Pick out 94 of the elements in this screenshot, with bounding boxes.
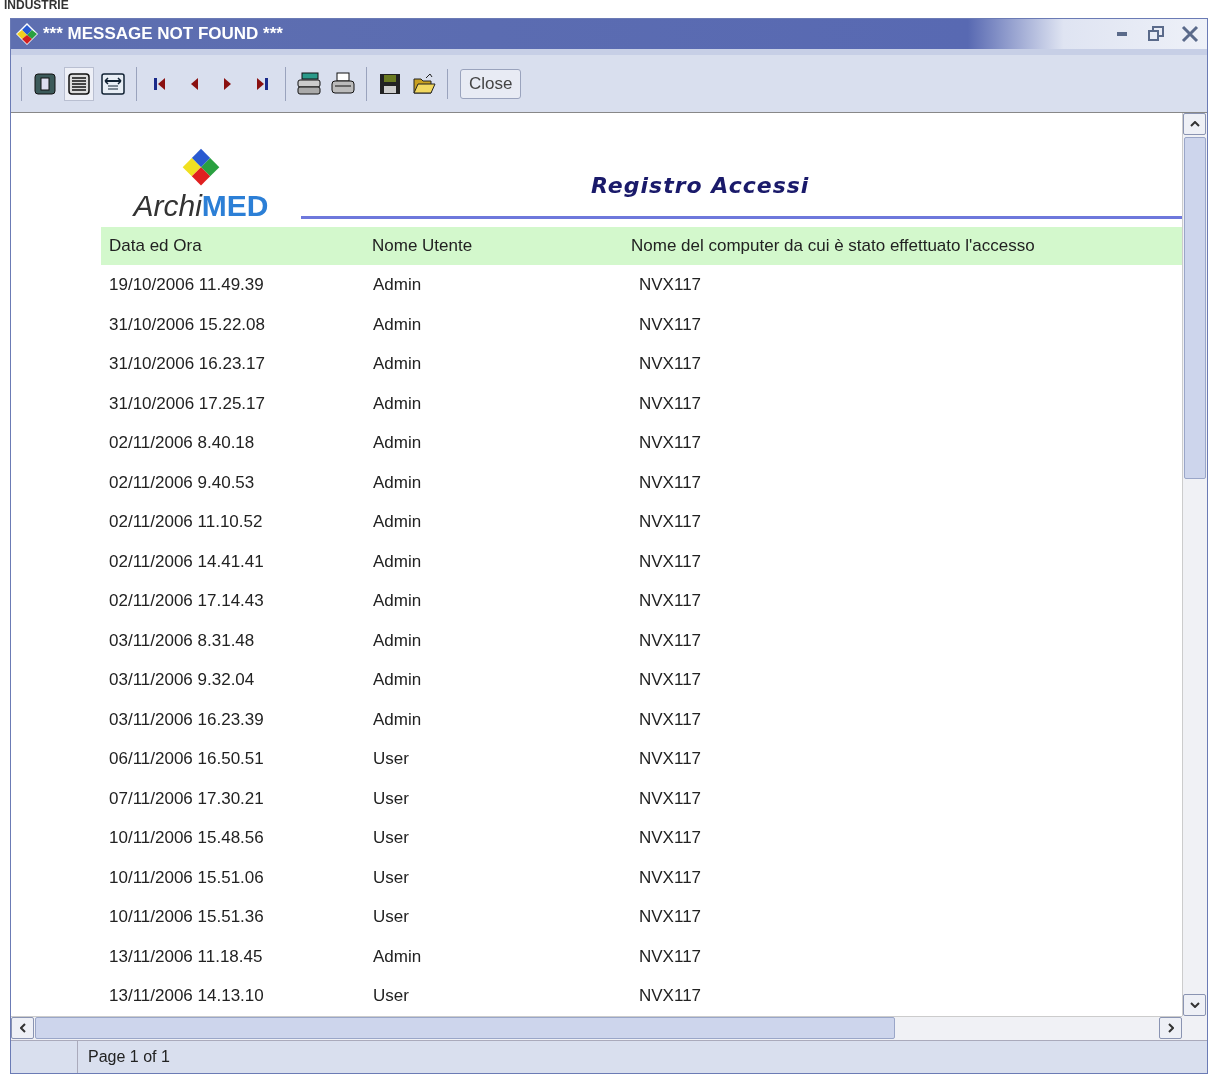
horizontal-scrollbar[interactable]: [11, 1015, 1182, 1040]
scroll-thumb[interactable]: [35, 1017, 895, 1040]
table-cell-text: 10/11/2006 15.51.06: [109, 867, 265, 888]
table-cell-text: NVX117: [639, 472, 703, 493]
table-cell-text: User: [373, 788, 410, 809]
chevron-right-icon: [1167, 1023, 1174, 1034]
table-cell-text: 31/10/2006 16.23.17: [109, 354, 266, 374]
table-cell-text: 02/11/2006 8.40.18: [109, 433, 256, 453]
table-cell-text: NVX117: [639, 907, 703, 927]
chevron-down-icon: [1189, 1001, 1200, 1008]
report-title: Registro Accessi: [591, 173, 811, 199]
vertical-scrollbar[interactable]: [1182, 113, 1207, 1016]
table-cell-text: NVX117: [639, 393, 703, 414]
table-cell-text: 02/11/2006 14.41.41: [109, 551, 265, 572]
scroll-down-button[interactable]: [1183, 993, 1206, 1016]
table-cell-text: 31/10/2006 17.25.17: [109, 393, 266, 414]
table-cell-text: NVX117: [639, 946, 703, 967]
table-cell-text: Admin: [373, 275, 423, 295]
last-page-icon: [255, 75, 269, 92]
table-cell-text: 03/11/2006 9.32.04: [109, 670, 256, 690]
close-icon: [1181, 25, 1199, 44]
diamond-logo-icon: [15, 22, 39, 47]
close-button[interactable]: Close: [460, 68, 522, 99]
table-cell-text: User: [373, 867, 410, 888]
table-cell-text: 03/11/2006 8.31.48: [109, 630, 256, 651]
table-cell-text: NVX117: [639, 828, 703, 848]
table-cell-text: NVX117: [639, 749, 703, 769]
open-folder-icon: [412, 72, 436, 95]
table-cell-text: Admin: [373, 946, 423, 967]
table-cell-text: User: [373, 907, 410, 927]
table-cell-text: NVX117: [639, 433, 703, 453]
scroll-thumb[interactable]: [1184, 137, 1206, 480]
table-cell-text: 02/11/2006 11.10.52: [109, 512, 264, 532]
table-cell-text: Admin: [373, 354, 423, 374]
column-header: Data ed Ora: [109, 236, 203, 257]
table-cell-text: Admin: [373, 630, 423, 651]
table-cell-text: Admin: [373, 670, 423, 690]
table-cell-text: 31/10/2006 15.22.08: [109, 314, 266, 335]
table-cell-text: Admin: [373, 314, 423, 335]
printer-icon: [330, 71, 356, 96]
scroll-right-button[interactable]: [1159, 1017, 1182, 1040]
table-cell-text: User: [373, 828, 410, 848]
table-cell-text: Admin: [373, 709, 423, 730]
scrollbar-corner: [1182, 1015, 1207, 1040]
column-header: Nome Utente: [372, 236, 474, 257]
next-icon: [223, 75, 233, 92]
table-cell-text: 19/10/2006 11.49.39: [109, 275, 265, 295]
table-cell-text: NVX117: [639, 591, 703, 611]
table-cell-text: NVX117: [639, 986, 703, 1006]
table-cell-text: NVX117: [639, 512, 703, 532]
chevron-left-icon: [19, 1023, 26, 1034]
table-cell-text: Admin: [373, 472, 423, 493]
table-cell-text: Admin: [373, 393, 423, 414]
table-cell-text: NVX117: [639, 788, 703, 809]
chevron-up-icon: [1189, 121, 1200, 128]
table-cell-text: NVX117: [639, 275, 703, 295]
table-cell-text: NVX117: [639, 630, 703, 651]
table-cell-text: User: [373, 749, 410, 769]
table-cell-text: NVX117: [639, 709, 703, 730]
table-cell-text: 06/11/2006 16.50.51: [109, 749, 265, 769]
table-cell-text: NVX117: [639, 354, 703, 374]
minimize-icon: [1117, 31, 1127, 38]
table-cell-text: Admin: [373, 591, 423, 611]
table-cell-text: 07/11/2006 17.30.21: [109, 788, 265, 809]
first-page-icon: [153, 75, 167, 92]
logo-wordmark: ArchiMED: [133, 191, 269, 222]
table-cell-text: Admin: [373, 433, 423, 453]
window-title: *** MESSAGE NOT FOUND ***: [43, 24, 284, 45]
table-cell-text: 13/11/2006 11.18.45: [109, 946, 264, 967]
fit-width-icon: [101, 72, 125, 95]
page-indicator: Page 1 of 1: [77, 1040, 170, 1073]
single-page-icon: [34, 72, 56, 95]
table-cell-text: Admin: [373, 512, 423, 532]
table-cell-text: 13/11/2006 14.13.10: [109, 986, 265, 1006]
backdrop-label: INDUSTRIE: [3, 0, 70, 14]
table-cell-text: NVX117: [639, 867, 703, 888]
column-header: Nome del computer da cui è stato effettuato l'accesso: [631, 236, 1036, 257]
scroll-up-button[interactable]: [1183, 113, 1206, 136]
printer-stack-icon: [296, 71, 322, 96]
table-cell-text: NVX117: [639, 314, 703, 335]
table-cell-text: 02/11/2006 17.14.43: [109, 591, 265, 611]
table-cell-text: User: [373, 986, 410, 1006]
scroll-left-button[interactable]: [11, 1017, 34, 1040]
table-cell-text: 02/11/2006 9.40.53: [109, 472, 256, 493]
table-cell-text: 10/11/2006 15.48.56: [109, 828, 265, 848]
previous-icon: [189, 75, 199, 92]
table-cell-text: Admin: [373, 551, 423, 572]
toolbar-button[interactable]: [64, 66, 94, 101]
restore-icon: [1148, 26, 1164, 43]
table-cell-text: 10/11/2006 15.51.36: [109, 907, 265, 927]
table-cell-text: NVX117: [639, 551, 703, 572]
table-cell-text: 03/11/2006 16.23.39: [109, 709, 265, 730]
lined-page-icon: [68, 72, 90, 95]
table-cell-text: NVX117: [639, 670, 703, 690]
